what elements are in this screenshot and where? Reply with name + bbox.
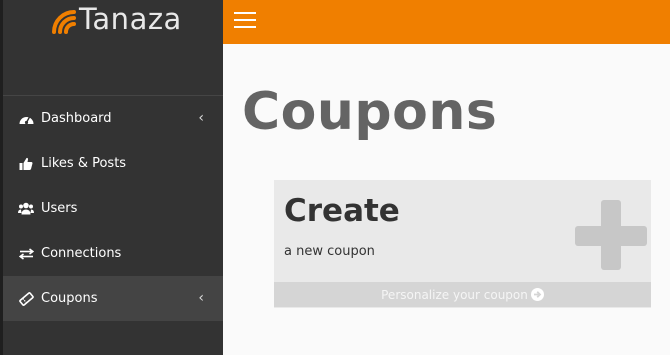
main-content: Coupons Create a new coupon Personalize … — [223, 44, 670, 355]
plus-icon — [575, 200, 647, 272]
exchange-icon — [18, 246, 34, 262]
sidebar-nav: Dashboard ‹ Likes & Posts Users Connecti… — [3, 96, 223, 321]
create-coupon-card[interactable]: Create a new coupon Personalize your cou… — [274, 180, 651, 308]
sidebar-item-label: Coupons — [41, 291, 98, 306]
topbar — [223, 0, 670, 44]
sidebar-item-users[interactable]: Users — [3, 186, 223, 231]
arrow-circle-right-icon — [530, 288, 544, 301]
chevron-left-icon: ‹ — [198, 109, 204, 126]
users-icon — [18, 201, 34, 217]
chevron-left-icon: ‹ — [198, 289, 204, 306]
sidebar-item-coupons[interactable]: Coupons ‹ — [3, 276, 223, 321]
page-title: Coupons — [242, 82, 498, 142]
sidebar-item-label: Connections — [41, 246, 122, 261]
sidebar: Tanaza Dashboard ‹ Likes & Posts Users C… — [0, 0, 223, 355]
wifi-signal-icon — [52, 10, 76, 34]
sidebar-item-likes-posts[interactable]: Likes & Posts — [3, 141, 223, 186]
hamburger-icon[interactable] — [234, 12, 256, 28]
brand-logo[interactable]: Tanaza — [3, 0, 223, 45]
card-subtitle: a new coupon — [284, 244, 375, 259]
brand-name: Tanaza — [79, 2, 182, 36]
sidebar-item-label: Dashboard — [41, 111, 112, 126]
dashboard-icon — [18, 111, 34, 127]
card-footer-label: Personalize your coupon — [381, 287, 528, 302]
thumbs-up-icon — [18, 156, 34, 172]
sidebar-item-label: Likes & Posts — [41, 156, 127, 171]
ticket-icon — [18, 291, 34, 307]
card-title: Create — [284, 193, 400, 229]
sidebar-item-label: Users — [41, 201, 78, 216]
sidebar-item-connections[interactable]: Connections — [3, 231, 223, 276]
personalize-coupon-link[interactable]: Personalize your coupon — [274, 282, 651, 307]
sidebar-item-dashboard[interactable]: Dashboard ‹ — [3, 96, 223, 141]
